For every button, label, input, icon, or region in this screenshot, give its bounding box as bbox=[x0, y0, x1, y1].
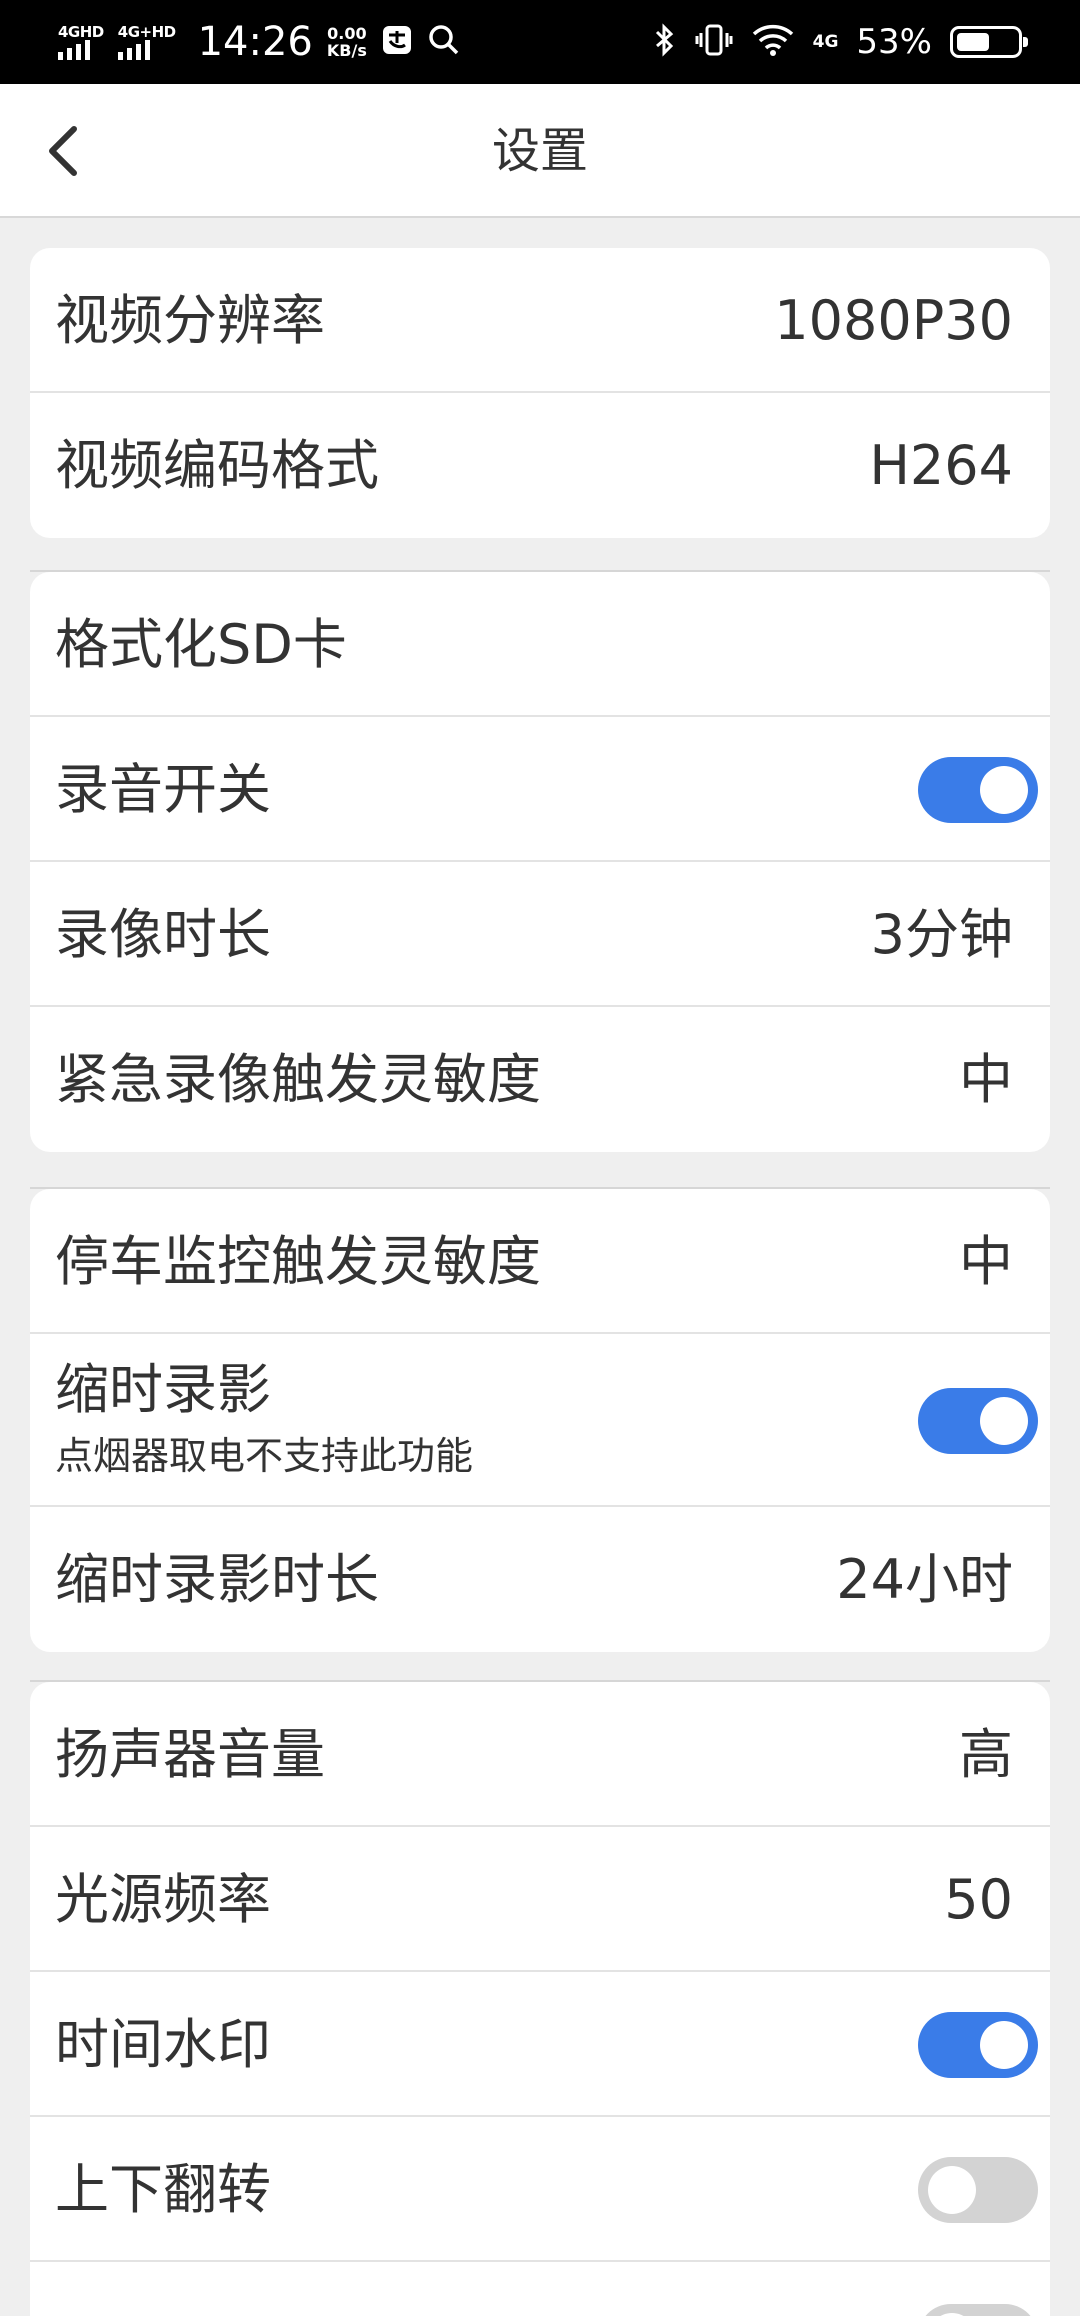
parking-sensitivity-value: 中 bbox=[959, 1230, 1013, 1293]
vibrate-icon bbox=[695, 23, 733, 61]
record-duration-label: 录像时长 bbox=[55, 903, 271, 966]
top-nav-bar: 设置 bbox=[0, 84, 1080, 218]
general-settings-group: 扬声器音量 高 光源频率 50 时间水印 上下翻转 bbox=[30, 1682, 1050, 2316]
parking-sensitivity-label: 停车监控触发灵敏度 bbox=[55, 1230, 541, 1293]
record-duration-row[interactable]: 录像时长 3分钟 bbox=[30, 862, 1050, 1007]
speaker-volume-value: 高 bbox=[959, 1723, 1013, 1786]
timelapse-note: 点烟器取电不支持此功能 bbox=[55, 1434, 474, 1478]
record-duration-value: 3分钟 bbox=[870, 903, 1013, 966]
format-sd-label: 格式化SD卡 bbox=[55, 613, 347, 676]
video-resolution-value: 1080P30 bbox=[774, 289, 1013, 352]
light-frequency-label: 光源频率 bbox=[55, 1868, 271, 1931]
audio-record-toggle[interactable] bbox=[918, 757, 1038, 823]
bluetooth-icon bbox=[653, 22, 677, 62]
emergency-sensitivity-row[interactable]: 紧急录像触发灵敏度 中 bbox=[30, 1007, 1050, 1152]
battery-icon bbox=[950, 26, 1028, 58]
sim1-label: 4GHD bbox=[58, 23, 104, 41]
timelapse-label: 缩时录影 bbox=[55, 1358, 271, 1421]
search-icon bbox=[427, 23, 461, 61]
timelapse-row: 缩时录影 点烟器取电不支持此功能 bbox=[30, 1334, 1050, 1507]
time-watermark-row: 时间水印 bbox=[30, 1972, 1050, 2117]
next-row-partial bbox=[30, 2262, 1050, 2316]
flip-toggle[interactable] bbox=[918, 2157, 1038, 2223]
video-codec-row[interactable]: 视频编码格式 H264 bbox=[30, 393, 1050, 538]
network-speed: 0.00 KB/s bbox=[327, 25, 367, 59]
video-codec-label: 视频编码格式 bbox=[55, 434, 379, 497]
light-frequency-value: 50 bbox=[944, 1868, 1013, 1931]
video-codec-value: H264 bbox=[869, 434, 1013, 497]
page-title: 设置 bbox=[491, 123, 588, 179]
flip-label: 上下翻转 bbox=[55, 2158, 271, 2221]
audio-record-row: 录音开关 bbox=[30, 717, 1050, 862]
video-resolution-label: 视频分辨率 bbox=[55, 289, 325, 352]
time-watermark-toggle[interactable] bbox=[918, 2012, 1038, 2078]
light-frequency-row[interactable]: 光源频率 50 bbox=[30, 1827, 1050, 1972]
speaker-volume-row[interactable]: 扬声器音量 高 bbox=[30, 1682, 1050, 1827]
flip-row: 上下翻转 bbox=[30, 2117, 1050, 2262]
emergency-sensitivity-label: 紧急录像触发灵敏度 bbox=[55, 1048, 541, 1111]
sim2-signal-icon: 4G+HD bbox=[117, 23, 176, 60]
speaker-volume-label: 扬声器音量 bbox=[55, 1723, 325, 1786]
timelapse-duration-label: 缩时录影时长 bbox=[55, 1548, 379, 1611]
timelapse-toggle[interactable] bbox=[918, 1388, 1038, 1454]
parking-settings-group: 停车监控触发灵敏度 中 缩时录影 点烟器取电不支持此功能 缩时录影时长 24小时 bbox=[30, 1189, 1050, 1652]
video-settings-group: 视频分辨率 1080P30 视频编码格式 H264 bbox=[30, 248, 1050, 538]
speed-unit: KB/s bbox=[326, 41, 367, 60]
parking-sensitivity-row[interactable]: 停车监控触发灵敏度 中 bbox=[30, 1189, 1050, 1334]
timelapse-duration-row[interactable]: 缩时录影时长 24小时 bbox=[30, 1507, 1050, 1652]
next-row-toggle[interactable] bbox=[918, 2304, 1038, 2316]
battery-percent: 53% bbox=[856, 22, 932, 62]
timelapse-duration-value: 24小时 bbox=[836, 1548, 1013, 1611]
wifi-icon bbox=[751, 23, 795, 61]
speed-value: 0.00 bbox=[327, 24, 367, 43]
emergency-sensitivity-value: 中 bbox=[959, 1048, 1013, 1111]
sim1-signal-icon: 4GHD bbox=[58, 24, 104, 60]
recording-settings-group: 格式化SD卡 录音开关 录像时长 3分钟 紧急录像触发灵敏度 中 bbox=[30, 572, 1050, 1152]
status-bar: 4GHD 4G+HD 14:26 0.00 KB/s 4G 53% bbox=[0, 0, 1080, 84]
clock: 14:26 bbox=[197, 19, 313, 65]
alipay-icon bbox=[381, 24, 413, 60]
video-resolution-row[interactable]: 视频分辨率 1080P30 bbox=[30, 248, 1050, 393]
format-sd-row[interactable]: 格式化SD卡 bbox=[30, 572, 1050, 717]
network-type: 4G bbox=[812, 32, 839, 52]
time-watermark-label: 时间水印 bbox=[55, 2013, 271, 2076]
audio-record-label: 录音开关 bbox=[55, 758, 271, 821]
sim2-label: 4G+HD bbox=[117, 23, 176, 41]
